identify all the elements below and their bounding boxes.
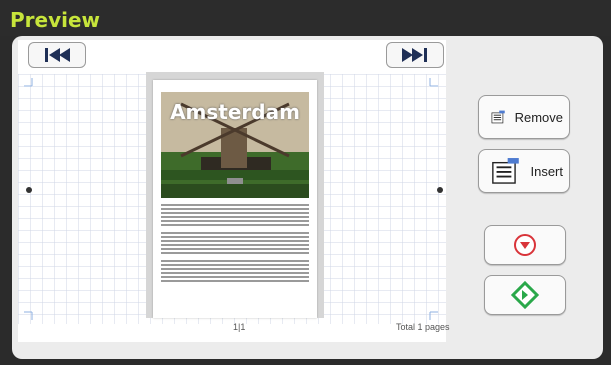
page-text — [161, 202, 309, 282]
insert-button[interactable]: Insert — [478, 149, 570, 193]
start-diamond-icon — [511, 281, 539, 309]
photo-title: Amsterdam — [170, 100, 300, 124]
scanned-page[interactable]: Amsterdam — [153, 80, 317, 318]
right-marker-icon — [437, 187, 443, 193]
start-button[interactable] — [484, 275, 566, 315]
skip-back-icon — [45, 48, 70, 62]
remove-label: Remove — [514, 109, 563, 125]
preview-window: Preview Amsterdam 1|1 Total 1 pages Remo… — [0, 0, 611, 365]
insert-label: Insert — [530, 163, 563, 179]
skip-forward-icon — [402, 48, 427, 62]
stop-circle-icon — [514, 234, 536, 256]
remove-page-icon — [491, 110, 505, 124]
title-bar: Preview — [0, 0, 611, 36]
total-pages-label: Total 1 pages — [396, 322, 450, 332]
remove-button[interactable]: Remove — [478, 95, 570, 139]
page-number: 1|1 — [233, 322, 246, 332]
first-page-button[interactable] — [28, 42, 86, 68]
last-page-button[interactable] — [386, 42, 444, 68]
preview-canvas: Amsterdam — [18, 40, 446, 342]
left-marker-icon — [26, 187, 32, 193]
page-photo: Amsterdam — [161, 92, 309, 198]
insert-page-icon — [492, 158, 519, 184]
stop-button[interactable] — [484, 225, 566, 265]
window-title: Preview — [10, 8, 101, 32]
